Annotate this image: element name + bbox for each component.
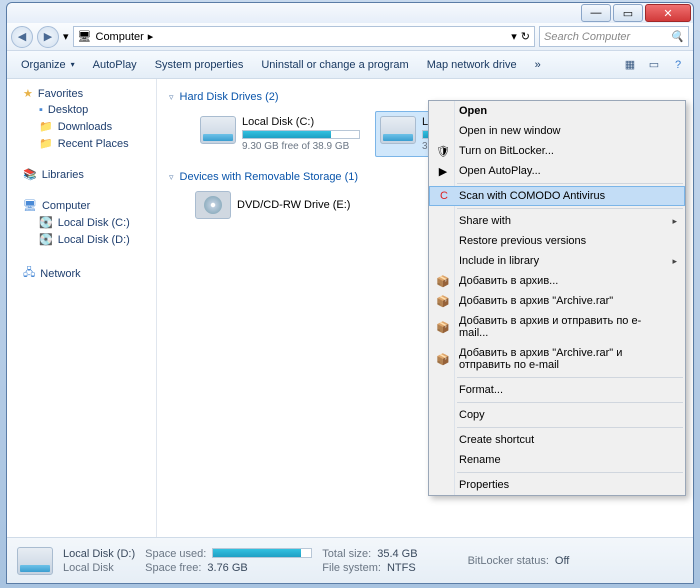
bitlocker-icon: 🛡 [436,144,450,158]
drive-c-free: 9.30 GB free of 38.9 GB [242,141,360,152]
drive-icon [200,116,236,144]
menu-turn-on-bitlocker[interactable]: 🛡Turn on BitLocker... [429,141,685,161]
menu-restore-previous[interactable]: Restore previous versions [429,231,685,251]
sidebar-desktop[interactable]: ▪Desktop [7,102,156,118]
view-options-icon[interactable]: ▦ [621,56,639,74]
menu-archive-rar-email[interactable]: 📦Добавить в архив "Archive.rar" и отправ… [429,343,685,375]
status-usage-bar [212,548,312,558]
menu-rename[interactable]: Rename [429,450,685,470]
status-drive-type: Local Disk [63,562,135,574]
folder-icon: 📁 [39,137,53,150]
menu-properties[interactable]: Properties [429,475,685,495]
sidebar-favorites[interactable]: ★Favorites [7,85,156,102]
toolbar-autoplay[interactable]: AutoPlay [85,56,145,74]
menu-include-library[interactable]: Include in library▸ [429,251,685,271]
status-used-label: Space used: [145,548,206,560]
sidebar-disk-c[interactable]: 💽Local Disk (C:) [7,214,156,231]
search-icon: 🔍 [670,30,684,43]
address-drop-icon[interactable]: ▾ [511,30,517,43]
close-button[interactable]: ✕ [645,4,691,22]
toolbar: Organize AutoPlay System properties Unin… [7,51,693,79]
preview-pane-icon[interactable]: ▭ [645,56,663,74]
sidebar-disk-d[interactable]: 💽Local Disk (D:) [7,231,156,248]
drive-icon: 💽 [39,233,53,246]
arrow-left-icon: ◀ [18,30,26,43]
titlebar: — ▭ ✕ [7,3,693,23]
toolbar-map-network[interactable]: Map network drive [419,56,525,74]
menu-copy[interactable]: Copy [429,405,685,425]
dvd-drive[interactable]: DVD/CD-RW Drive (E:) [237,199,350,211]
drive-icon: 💽 [39,216,53,229]
drive-c[interactable]: Local Disk (C:) 9.30 GB free of 38.9 GB [195,111,365,157]
collapse-icon: ▿ [169,172,174,183]
folder-icon: 📁 [39,120,53,133]
breadcrumb-computer[interactable]: Computer [96,31,144,43]
submenu-arrow-icon: ▸ [672,216,677,227]
navigation-bar: ◀ ▶ ▾ 🖥 Computer ▸ ▾ ↻ Search Computer 🔍 [7,23,693,51]
history-dropdown[interactable]: ▾ [63,30,69,43]
sidebar-libraries[interactable]: 📚Libraries [7,166,156,183]
help-icon[interactable]: ? [669,56,687,74]
libraries-icon: 📚 [23,168,37,181]
menu-share-with[interactable]: Share with▸ [429,211,685,231]
winrar-icon: 📦 [436,320,450,334]
status-fs-value: NTFS [387,562,416,574]
autoplay-icon: ▶ [436,164,450,178]
status-total-value: 35.4 GB [377,548,417,560]
sidebar-network[interactable]: 🖧Network [7,262,156,285]
menu-scan-comodo[interactable]: CScan with COMODO Antivirus [429,186,685,206]
sidebar-recent-places[interactable]: 📁Recent Places [7,135,156,152]
search-placeholder: Search Computer [544,31,630,43]
network-icon: 🖧 [23,264,35,283]
drive-icon [380,116,416,144]
refresh-icon[interactable]: ↻ [521,30,530,43]
status-fs-label: File system: [322,562,381,574]
drive-c-usage-bar [242,130,360,139]
status-free-label: Space free: [145,562,201,574]
sidebar-downloads[interactable]: 📁Downloads [7,118,156,135]
toolbar-overflow[interactable]: » [527,56,549,74]
address-bar[interactable]: 🖥 Computer ▸ ▾ ↻ [73,26,535,47]
breadcrumb-separator-icon[interactable]: ▸ [148,30,154,43]
menu-add-to-archive-rar[interactable]: 📦Добавить в архив "Archive.rar" [429,291,685,311]
toolbar-system-properties[interactable]: System properties [147,56,252,74]
desktop-icon: ▪ [39,104,43,116]
minimize-button[interactable]: — [581,4,611,22]
computer-icon: 🖥 [23,199,37,212]
menu-open[interactable]: Open [429,101,685,121]
star-icon: ★ [23,87,33,100]
status-bar: Local Disk (D:) Local Disk Space used: S… [7,537,693,583]
menu-archive-email[interactable]: 📦Добавить в архив и отправить по e-mail.… [429,311,685,343]
back-button[interactable]: ◀ [11,26,33,48]
toolbar-organize[interactable]: Organize [13,56,83,74]
menu-create-shortcut[interactable]: Create shortcut [429,430,685,450]
maximize-button[interactable]: ▭ [613,4,643,22]
status-drive-name: Local Disk (D:) [63,548,135,560]
arrow-right-icon: ▶ [44,30,52,43]
comodo-icon: C [437,189,451,203]
winrar-icon: 📦 [436,294,450,308]
menu-open-new-window[interactable]: Open in new window [429,121,685,141]
search-box[interactable]: Search Computer 🔍 [539,26,689,47]
submenu-arrow-icon: ▸ [672,256,677,267]
computer-icon: 🖥 [78,30,92,43]
collapse-icon: ▿ [169,92,174,103]
context-menu: Open Open in new window 🛡Turn on BitLock… [428,100,686,496]
toolbar-uninstall[interactable]: Uninstall or change a program [253,56,416,74]
status-total-label: Total size: [322,548,371,560]
forward-button[interactable]: ▶ [37,26,59,48]
winrar-icon: 📦 [436,352,450,366]
sidebar-computer[interactable]: 🖥Computer [7,197,156,214]
menu-open-autoplay[interactable]: ▶Open AutoPlay... [429,161,685,181]
dvd-icon [195,191,231,219]
status-free-value: 3.76 GB [207,562,247,574]
winrar-icon: 📦 [436,274,450,288]
status-bitlocker-value: Off [555,555,569,567]
menu-format[interactable]: Format... [429,380,685,400]
drive-icon [17,547,53,575]
navigation-pane: ★Favorites ▪Desktop 📁Downloads 📁Recent P… [7,79,157,537]
status-bitlocker-label: BitLocker status: [468,555,549,567]
menu-add-to-archive[interactable]: 📦Добавить в архив... [429,271,685,291]
drive-c-label: Local Disk (C:) [242,116,360,128]
